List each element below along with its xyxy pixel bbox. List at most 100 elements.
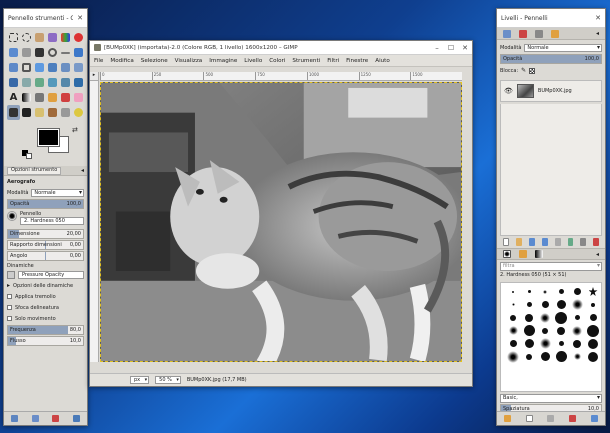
brush-preset-icon[interactable] <box>586 337 600 350</box>
cage-tool-icon[interactable] <box>20 75 33 90</box>
brush-preset-icon[interactable] <box>506 324 520 337</box>
size-slider[interactable]: Dimensione 20,00 <box>7 229 84 239</box>
layer-name[interactable]: BUMp0XK.jpg <box>538 88 572 94</box>
scissors-tool-icon[interactable] <box>72 30 85 45</box>
delete-options-icon[interactable] <box>52 415 60 422</box>
brush-preset-icon[interactable] <box>570 350 584 363</box>
menu-item-selezione[interactable]: Selezione <box>141 58 168 64</box>
ink-tool-icon[interactable] <box>20 105 33 120</box>
brush-preset-icon[interactable] <box>538 350 552 363</box>
brush-preset-icon[interactable] <box>570 324 584 337</box>
lock-alpha-icon[interactable] <box>529 67 536 74</box>
brush-preset-icon[interactable] <box>522 324 536 337</box>
layer-mode-select[interactable]: Normale <box>524 43 602 52</box>
quick-mask-corner-icon[interactable]: ▸ <box>90 72 99 81</box>
paths-tool-icon[interactable] <box>20 45 33 60</box>
unit-select[interactable]: px ▾ <box>130 376 150 384</box>
brush-preset-icon[interactable] <box>506 350 520 363</box>
bucket-fill-tool-icon[interactable] <box>72 75 85 90</box>
smooth-checkbox[interactable] <box>7 305 12 310</box>
airbrush-tool-icon[interactable] <box>7 105 20 120</box>
brush-preset-icon[interactable] <box>570 285 584 298</box>
menu-item-finestre[interactable]: Finestre <box>346 58 368 64</box>
brush-preset-icon[interactable] <box>538 298 552 311</box>
color-select-tool-icon[interactable] <box>59 30 72 45</box>
tab-menu-icon[interactable]: ◂ <box>81 167 84 174</box>
layer-row[interactable]: 👁 BUMp0XK.jpg <box>500 80 602 102</box>
brush-preset-icon[interactable] <box>554 350 568 363</box>
blend-tool-icon[interactable] <box>20 90 33 105</box>
brush-preset-icon[interactable] <box>586 285 600 298</box>
image-canvas[interactable] <box>100 82 462 362</box>
minimize-icon[interactable]: – <box>430 44 444 52</box>
refresh-brushes-icon[interactable] <box>590 415 598 422</box>
tab-channels-icon[interactable] <box>519 29 527 38</box>
brush-preset-icon[interactable] <box>538 285 552 298</box>
ellipse-select-tool-icon[interactable] <box>20 30 33 45</box>
tab-patterns-icon[interactable] <box>519 250 527 258</box>
raise-layer-icon[interactable] <box>529 238 535 246</box>
new-brush-icon[interactable] <box>525 415 533 422</box>
perspective-tool-icon[interactable] <box>72 60 85 75</box>
heal-tool-icon[interactable] <box>33 105 46 120</box>
image-window-titlebar[interactable]: [BUMp0XK] (importata)-2.0 (Colore RGB, 1… <box>90 41 472 55</box>
toolbox-titlebar[interactable]: Pennello strumenti - O... ✕ <box>4 9 87 28</box>
brush-preset-icon[interactable] <box>554 298 568 311</box>
foreground-color-swatch[interactable] <box>37 128 60 147</box>
brush-preset-icon[interactable] <box>586 311 600 324</box>
unified-transform-icon[interactable] <box>46 75 59 90</box>
edit-brush-icon[interactable] <box>504 415 512 422</box>
menu-item-visualizza[interactable]: Visualizza <box>175 58 203 64</box>
delete-layer-icon[interactable] <box>593 238 600 246</box>
handle-transform-icon[interactable] <box>59 75 72 90</box>
reset-options-icon[interactable] <box>73 415 81 422</box>
smudge-tool-icon[interactable] <box>59 105 72 120</box>
tab-menu-icon[interactable]: ◂ <box>596 251 599 258</box>
layers-titlebar[interactable]: Livelli - Pennelli ✕ <box>497 9 605 28</box>
lock-pixels-icon[interactable]: ✎ <box>521 67 526 74</box>
text-tool-icon[interactable]: A <box>7 90 20 105</box>
lower-layer-icon[interactable] <box>541 238 548 246</box>
brush-preset-icon[interactable] <box>522 350 536 363</box>
crop-tool-icon[interactable] <box>20 60 33 75</box>
brush-preset-icon[interactable] <box>506 298 520 311</box>
brush-preset-icon[interactable] <box>554 285 568 298</box>
pencil-tool-icon[interactable] <box>46 90 59 105</box>
tab-gradients-icon[interactable] <box>535 250 543 258</box>
close-icon[interactable]: ✕ <box>73 14 87 22</box>
brush-preset-icon[interactable] <box>570 311 584 324</box>
fuzzy-select-tool-icon[interactable] <box>46 30 59 45</box>
duplicate-layer-icon[interactable] <box>554 238 561 246</box>
brush-preset-icon[interactable] <box>586 298 600 311</box>
brush-preset-icon[interactable] <box>522 311 536 324</box>
rect-select-tool-icon[interactable] <box>7 30 20 45</box>
merge-layer-icon[interactable] <box>580 238 587 246</box>
brush-preset-icon[interactable] <box>522 337 536 350</box>
tab-paths-icon[interactable] <box>535 29 543 38</box>
restore-options-icon[interactable] <box>31 415 39 422</box>
shear-tool-icon[interactable] <box>59 60 72 75</box>
eye-icon[interactable]: 👁 <box>504 87 513 95</box>
brush-preset-icon[interactable] <box>554 324 568 337</box>
tab-brushes-icon[interactable] <box>503 250 511 258</box>
foreground-select-tool-icon[interactable] <box>7 45 20 60</box>
brush-preset-icon[interactable] <box>522 285 536 298</box>
brush-preset-icon[interactable] <box>522 298 536 311</box>
measure-tool-icon[interactable] <box>59 45 72 60</box>
eraser-tool-icon[interactable] <box>72 90 85 105</box>
brush-preset-icon[interactable] <box>506 337 520 350</box>
brush-preset-icon[interactable] <box>506 311 520 324</box>
brush-preset-icon[interactable] <box>506 285 520 298</box>
rate-slider[interactable]: Frequenza 80,0 <box>7 325 84 335</box>
brush-preset-icon[interactable] <box>586 324 600 337</box>
mode-select[interactable]: Normale <box>31 188 84 197</box>
align-tool-icon[interactable] <box>7 60 20 75</box>
tab-tool-options[interactable]: Opzioni strumento <box>7 166 62 175</box>
close-icon[interactable]: ✕ <box>458 44 472 52</box>
opacity-slider[interactable]: Opacità 100,0 <box>7 199 84 209</box>
menu-item-livello[interactable]: Livello <box>244 58 262 64</box>
menu-item-aiuto[interactable]: Aiuto <box>375 58 390 64</box>
clone-tool-icon[interactable] <box>46 105 59 120</box>
brush-preset-icon[interactable] <box>538 324 552 337</box>
duplicate-brush-icon[interactable] <box>547 415 555 422</box>
